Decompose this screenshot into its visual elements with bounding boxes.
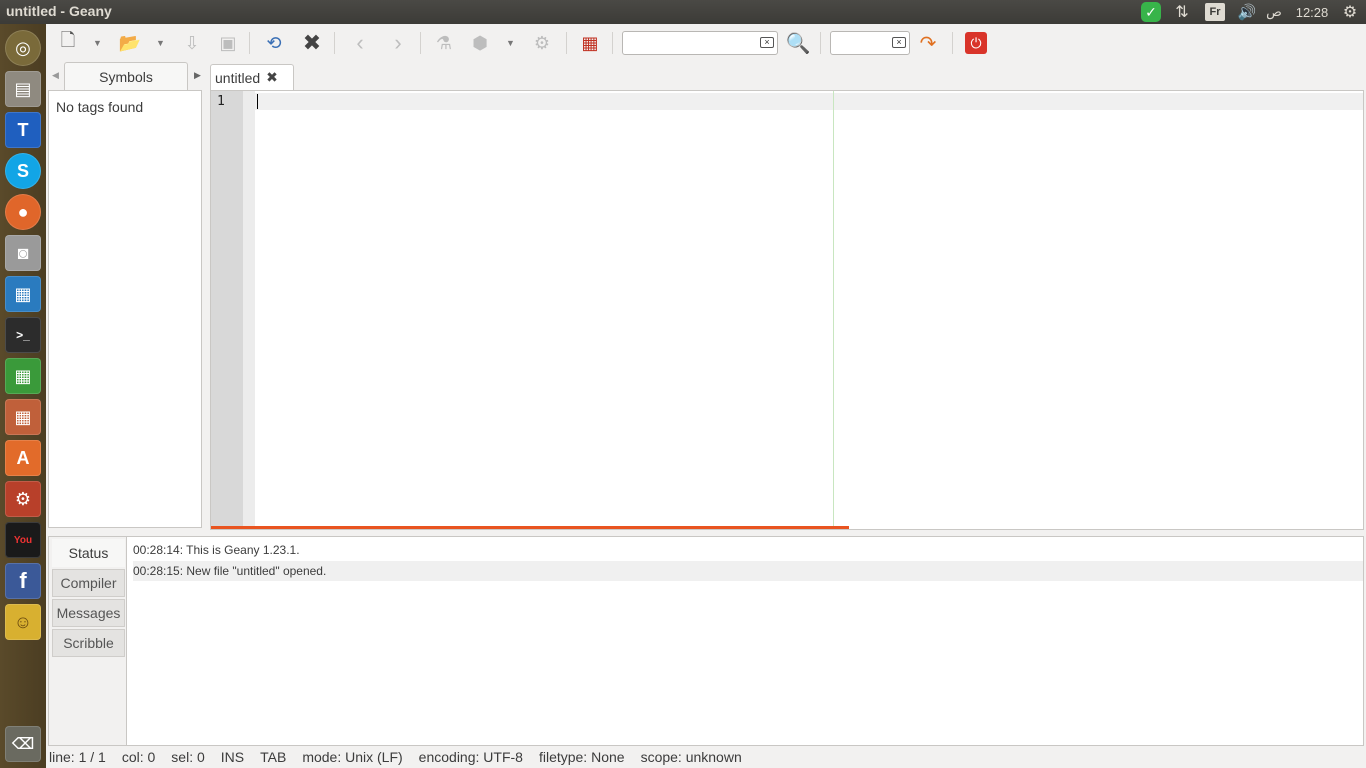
geany-window: 🗋 ▼ 📂 ▼ ⇩ ▣ ⟲ ✖ ‹ › ⚗ ⬢ ▼ ⚙ ▦ × 🔍 × ↷ ⏻ … (46, 24, 1366, 768)
save-all-icon[interactable]: ▣ (214, 29, 242, 57)
clear-goto-icon[interactable]: × (892, 37, 906, 48)
top-panel: untitled - Geany ✓ ⇅ Fr 🔊 ص 12:28 ⚙ (0, 0, 1366, 24)
status-indent-mode: TAB (260, 749, 287, 765)
tab-compiler[interactable]: Compiler (52, 569, 125, 597)
launcher-facebook-icon[interactable]: f (5, 563, 41, 599)
new-file-dropdown-icon[interactable]: ▼ (93, 38, 102, 48)
status-selection: sel: 0 (171, 749, 205, 765)
launcher: ◎ ▤ T S ● ◙ ▦ >_ ▦ ▦ A ⚙ You f ☺ ⌫ (0, 24, 46, 768)
message-window: Status Compiler Messages Scribble 00:28:… (48, 536, 1364, 746)
status-filetype: filetype: None (538, 749, 625, 765)
launcher-calc-icon[interactable]: ▦ (5, 358, 41, 394)
status-bar: line: 1 / 1 col: 0 sel: 0 INS TAB mode: … (46, 746, 1366, 768)
keyboard-layout-label: Fr (1205, 3, 1225, 21)
status-eol-mode: mode: Unix (LF) (302, 749, 403, 765)
search-icon[interactable]: 🔍 (784, 29, 812, 57)
navigate-forward-icon[interactable]: › (384, 29, 412, 57)
keyboard-indicator[interactable]: Fr (1205, 2, 1225, 22)
message-tabs: Status Compiler Messages Scribble (49, 537, 127, 745)
status-scope: scope: unknown (640, 749, 742, 765)
status-line: 00:28:14: This is Geany 1.23.1. (133, 543, 300, 557)
save-icon[interactable]: ⇩ (178, 29, 206, 57)
sidebar-tabs: ◀ Symbols ▶ (48, 62, 204, 90)
volume-icon[interactable]: 🔊 (1236, 2, 1258, 22)
clear-search-icon[interactable]: × (760, 37, 774, 48)
open-file-icon[interactable]: 📂 (116, 29, 144, 57)
launcher-youtube-icon[interactable]: You (5, 522, 41, 558)
launcher-trash-icon[interactable]: ⌫ (5, 726, 41, 762)
launcher-firefox-icon[interactable]: ● (5, 194, 41, 230)
long-line-marker (833, 91, 834, 529)
tab-status[interactable]: Status (52, 539, 125, 567)
navigate-back-icon[interactable]: ‹ (346, 29, 374, 57)
editor-area[interactable]: 1 (210, 90, 1364, 530)
text-caret (257, 94, 258, 109)
toolbar-separator (566, 32, 567, 54)
search-input[interactable] (622, 31, 778, 55)
launcher-terminal-icon[interactable]: >_ (5, 317, 41, 353)
toolbar-separator (334, 32, 335, 54)
status-line-position: line: 1 / 1 (49, 749, 106, 765)
update-indicator[interactable]: ✓ (1141, 2, 1161, 22)
fold-margin[interactable] (243, 91, 255, 529)
open-file-dropdown-icon[interactable]: ▼ (156, 38, 165, 48)
clock-time[interactable]: 12:28 (1292, 2, 1332, 22)
status-insert-mode: INS (220, 749, 245, 765)
check-shield-icon: ✓ (1141, 2, 1161, 22)
tab-messages[interactable]: Messages (52, 599, 125, 627)
line-number-gutter: 1 (211, 91, 243, 529)
toolbar-separator (612, 32, 613, 54)
goto-line-icon[interactable]: ↷ (914, 29, 942, 57)
launcher-dash-icon[interactable]: ◎ (5, 30, 41, 66)
launcher-skype-icon[interactable]: S (5, 153, 41, 189)
execute-gears-icon[interactable]: ⚙ (528, 29, 556, 57)
session-gear-icon[interactable]: ⚙ (1340, 2, 1360, 22)
toolbar-separator (249, 32, 250, 54)
current-line-highlight (255, 93, 1363, 110)
new-file-icon[interactable]: 🗋 (54, 29, 82, 57)
toolbar-separator (420, 32, 421, 54)
launcher-software-center-icon[interactable]: A (5, 440, 41, 476)
color-chooser-icon[interactable]: ▦ (576, 29, 604, 57)
build-icon[interactable]: ⬢ (466, 29, 494, 57)
status-column: col: 0 (121, 749, 156, 765)
launcher-files-icon[interactable]: ▤ (5, 71, 41, 107)
build-dropdown-icon[interactable]: ▼ (506, 38, 515, 48)
close-tab-icon[interactable]: ✖ (266, 69, 278, 86)
compile-icon[interactable]: ⚗ (430, 29, 458, 57)
network-icon[interactable]: ⇅ (1172, 2, 1192, 22)
launcher-text-editor-icon[interactable]: T (5, 112, 41, 148)
tab-symbols[interactable]: Symbols (64, 62, 188, 90)
doc-tab-label: untitled (215, 69, 261, 86)
window-title: untitled - Geany (6, 3, 112, 19)
status-line: 00:28:15: New file "untitled" opened. (133, 561, 1363, 581)
no-tags-message: No tags found (56, 99, 144, 115)
tab-untitled[interactable]: untitled ✖ (210, 64, 294, 90)
launcher-settings-icon[interactable]: ⚙ (5, 481, 41, 517)
toolbar-separator (820, 32, 821, 54)
close-icon[interactable]: ✖ (298, 29, 326, 57)
tab-scribble[interactable]: Scribble (52, 629, 125, 657)
quit-button[interactable]: ⏻ (962, 29, 990, 57)
symbols-panel: No tags found (48, 90, 202, 528)
revert-icon[interactable]: ⟲ (260, 29, 288, 57)
launcher-camera-icon[interactable]: ◙ (5, 235, 41, 271)
status-encoding: encoding: UTF-8 (418, 749, 523, 765)
sidebar-scroll-right-icon[interactable]: ▶ (194, 70, 201, 81)
clock-ampm: ص (1266, 4, 1282, 19)
horizontal-scrollbar[interactable] (211, 526, 849, 529)
launcher-writer-icon[interactable]: ▦ (5, 276, 41, 312)
toolbar: 🗋 ▼ 📂 ▼ ⇩ ▣ ⟲ ✖ ‹ › ⚗ ⬢ ▼ ⚙ ▦ × 🔍 × ↷ ⏻ (46, 24, 1366, 62)
toolbar-separator (952, 32, 953, 54)
launcher-geany-icon[interactable]: ☺ (5, 604, 41, 640)
power-icon: ⏻ (965, 32, 987, 54)
line-number: 1 (217, 94, 225, 109)
sidebar-scroll-left-icon[interactable]: ◀ (52, 70, 59, 81)
launcher-impress-icon[interactable]: ▦ (5, 399, 41, 435)
